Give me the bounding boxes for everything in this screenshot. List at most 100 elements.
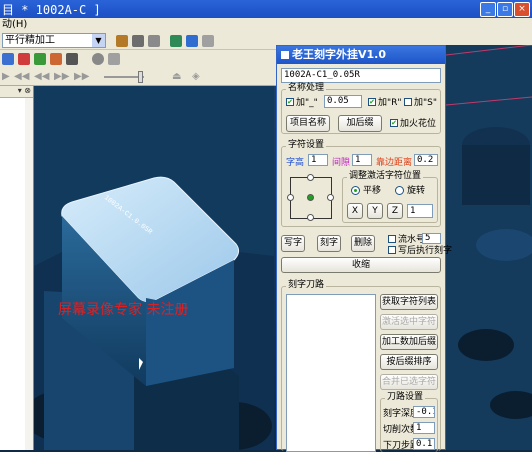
app-icon: [281, 51, 289, 59]
engrave-plugin-dialog: 老王刻字外挂V1.0 1002A-C1_0.05R 名称处理 ✔ 加"_" 0.…: [276, 45, 452, 452]
plus-underscore-checkbox[interactable]: ✔: [286, 98, 294, 106]
calculator-icon[interactable]: [132, 35, 144, 47]
reset-icon[interactable]: [108, 53, 120, 65]
mouse-cursor: [139, 358, 143, 370]
toolpath-group: 刻字刀路 获取字符列表 激活选中字符 加工数加后缀 按后缀排序 合并已选字符 刀…: [281, 280, 441, 452]
explorer-scrollbar[interactable]: [25, 98, 33, 450]
adjust-position-group: 调整激活字符位置 平移 旋转 X Y Z 1: [342, 171, 438, 223]
eject-icon[interactable]: ⏏: [172, 72, 181, 82]
rotate-radio[interactable]: [395, 186, 404, 195]
grid-icon[interactable]: [186, 35, 198, 47]
rewind-icon[interactable]: ◀◀: [14, 72, 29, 82]
plus-r-checkbox[interactable]: ✔: [368, 98, 376, 106]
collapse-button[interactable]: 收缩: [281, 257, 441, 273]
dialog-title: 老王刻字外挂V1.0: [292, 48, 386, 61]
watermark-text: 屏幕录像专家 未注册: [58, 302, 189, 318]
anchor-right[interactable]: [327, 194, 334, 201]
adjust-position-legend: 调整激活字符位置: [347, 171, 424, 182]
z-button[interactable]: Z: [387, 203, 403, 219]
minimize-button[interactable]: _: [480, 2, 496, 17]
dot-value-select[interactable]: 0.05: [324, 95, 362, 108]
tool-settings-legend: 刀路设置: [385, 392, 426, 403]
tool-settings-group: 刀路设置 刻字深度 -0.1 切削次数 1 下刀步距 0.1: [380, 392, 438, 452]
step-back-icon[interactable]: ◀◀: [34, 72, 49, 82]
auto-engrave-label: 写后执行刻字: [398, 246, 453, 256]
plus-r-label: 加"R": [378, 98, 402, 108]
name-input[interactable]: 1002A-C1_0.05R: [281, 68, 441, 83]
edge-distance-input[interactable]: 0.2: [414, 154, 438, 166]
close-button[interactable]: ×: [514, 2, 530, 17]
name-processing-legend: 名称处理: [286, 83, 327, 94]
toolpath-legend: 刻字刀路: [286, 280, 327, 291]
shade-icon[interactable]: [2, 53, 14, 65]
edge-distance-label: 靠边距离: [376, 158, 413, 168]
step-forward-icon[interactable]: ▶▶: [54, 72, 69, 82]
plus-underscore-label: 加"_": [296, 98, 318, 108]
serial-input[interactable]: 5: [422, 233, 441, 244]
menu-help[interactable]: 动(H): [2, 19, 27, 30]
y-button[interactable]: Y: [367, 203, 383, 219]
step-down-input[interactable]: 0.1: [413, 438, 435, 450]
merge-selected-button[interactable]: 合并已选字符: [380, 374, 438, 390]
explorer-panel-header: ▾ ⊗: [0, 86, 33, 98]
char-spacing-input[interactable]: 1: [352, 154, 372, 166]
sort-by-suffix-button[interactable]: 按后缀排序: [380, 354, 438, 370]
window-title: 目 * 1002A-C ]: [2, 3, 101, 17]
add-suffix-button[interactable]: 加后缀: [338, 115, 382, 132]
machining-mode-select[interactable]: 平行精加工 ▼: [2, 33, 106, 48]
engrave-button[interactable]: 刻字: [317, 235, 341, 252]
project-name-button[interactable]: 项目名称: [286, 115, 330, 132]
toolbar-view: [0, 50, 280, 68]
anchor-left[interactable]: [287, 194, 294, 201]
sim-icon[interactable]: [92, 53, 104, 65]
menubar: 动(H): [0, 18, 532, 32]
dot-value-text: 0.05: [327, 96, 349, 106]
rotate-label: 旋转: [407, 186, 426, 196]
serial-checkbox[interactable]: [388, 235, 396, 243]
translate-radio[interactable]: [351, 186, 360, 195]
fast-forward-icon[interactable]: ▶▶: [74, 72, 89, 82]
tool-icon[interactable]: [116, 35, 128, 47]
fire-pattern-checkbox[interactable]: ✔: [390, 119, 398, 127]
chevron-down-icon[interactable]: ▼: [92, 34, 105, 47]
translate-label: 平移: [363, 186, 382, 196]
edit-icon[interactable]: [34, 53, 46, 65]
cut-count-input[interactable]: 1: [413, 422, 435, 434]
anchor-center[interactable]: [307, 194, 314, 201]
step-input[interactable]: 1: [407, 204, 433, 218]
plus-s-label: 加"S": [414, 98, 437, 108]
name-processing-group: 名称处理 ✔ 加"_" 0.05 ✔ 加"R" 加"S" 项目名称 加后缀 ✔ …: [281, 83, 441, 134]
ruler-icon[interactable]: [148, 35, 160, 47]
write-button[interactable]: 写字: [281, 235, 305, 252]
get-char-list-button[interactable]: 获取字符列表: [380, 294, 438, 310]
char-settings-group: 字符设置 字高 1 间隙 1 靠边距离 0.2 调整激活字符位置 平移 旋转 X…: [281, 140, 441, 227]
activate-selected-button[interactable]: 激活选中字符: [380, 314, 438, 330]
restore-button[interactable]: ▫: [497, 2, 513, 17]
char-height-input[interactable]: 1: [308, 154, 328, 166]
anchor-top[interactable]: [307, 174, 314, 181]
char-height-label: 字高: [286, 158, 305, 168]
auto-engrave-checkbox[interactable]: [388, 246, 396, 254]
brush-icon[interactable]: [50, 53, 62, 65]
cross-arrows-icon[interactable]: [202, 35, 214, 47]
toolpath-icon[interactable]: [170, 35, 182, 47]
color-icon[interactable]: [18, 53, 30, 65]
explorer-panel: ▾ ⊗: [0, 86, 34, 450]
add-count-suffix-button[interactable]: 加工数加后缀: [380, 334, 438, 350]
gear-icon[interactable]: ◈: [192, 72, 200, 82]
dialog-titlebar[interactable]: 老王刻字外挂V1.0: [277, 46, 445, 64]
window-titlebar: 目 * 1002A-C ] _ ▫ ×: [0, 0, 532, 18]
toolbar-playback: ▶ ◀◀ ◀◀ ▶▶ ▶▶ ⏏ ◈: [0, 68, 280, 86]
play-icon[interactable]: ▶: [2, 72, 10, 82]
char-settings-legend: 字符设置: [286, 140, 327, 151]
plus-s-checkbox[interactable]: [404, 98, 412, 106]
anchor-bottom[interactable]: [307, 214, 314, 221]
x-button[interactable]: X: [347, 203, 363, 219]
char-listbox[interactable]: [286, 294, 376, 452]
delete-button[interactable]: 删除: [351, 235, 375, 252]
speed-slider-thumb[interactable]: [138, 71, 143, 83]
serial-label: 流水号: [398, 235, 426, 245]
stock-icon[interactable]: [66, 53, 78, 65]
fire-pattern-label: 加火花位: [400, 119, 437, 129]
depth-input[interactable]: -0.1: [413, 406, 435, 418]
